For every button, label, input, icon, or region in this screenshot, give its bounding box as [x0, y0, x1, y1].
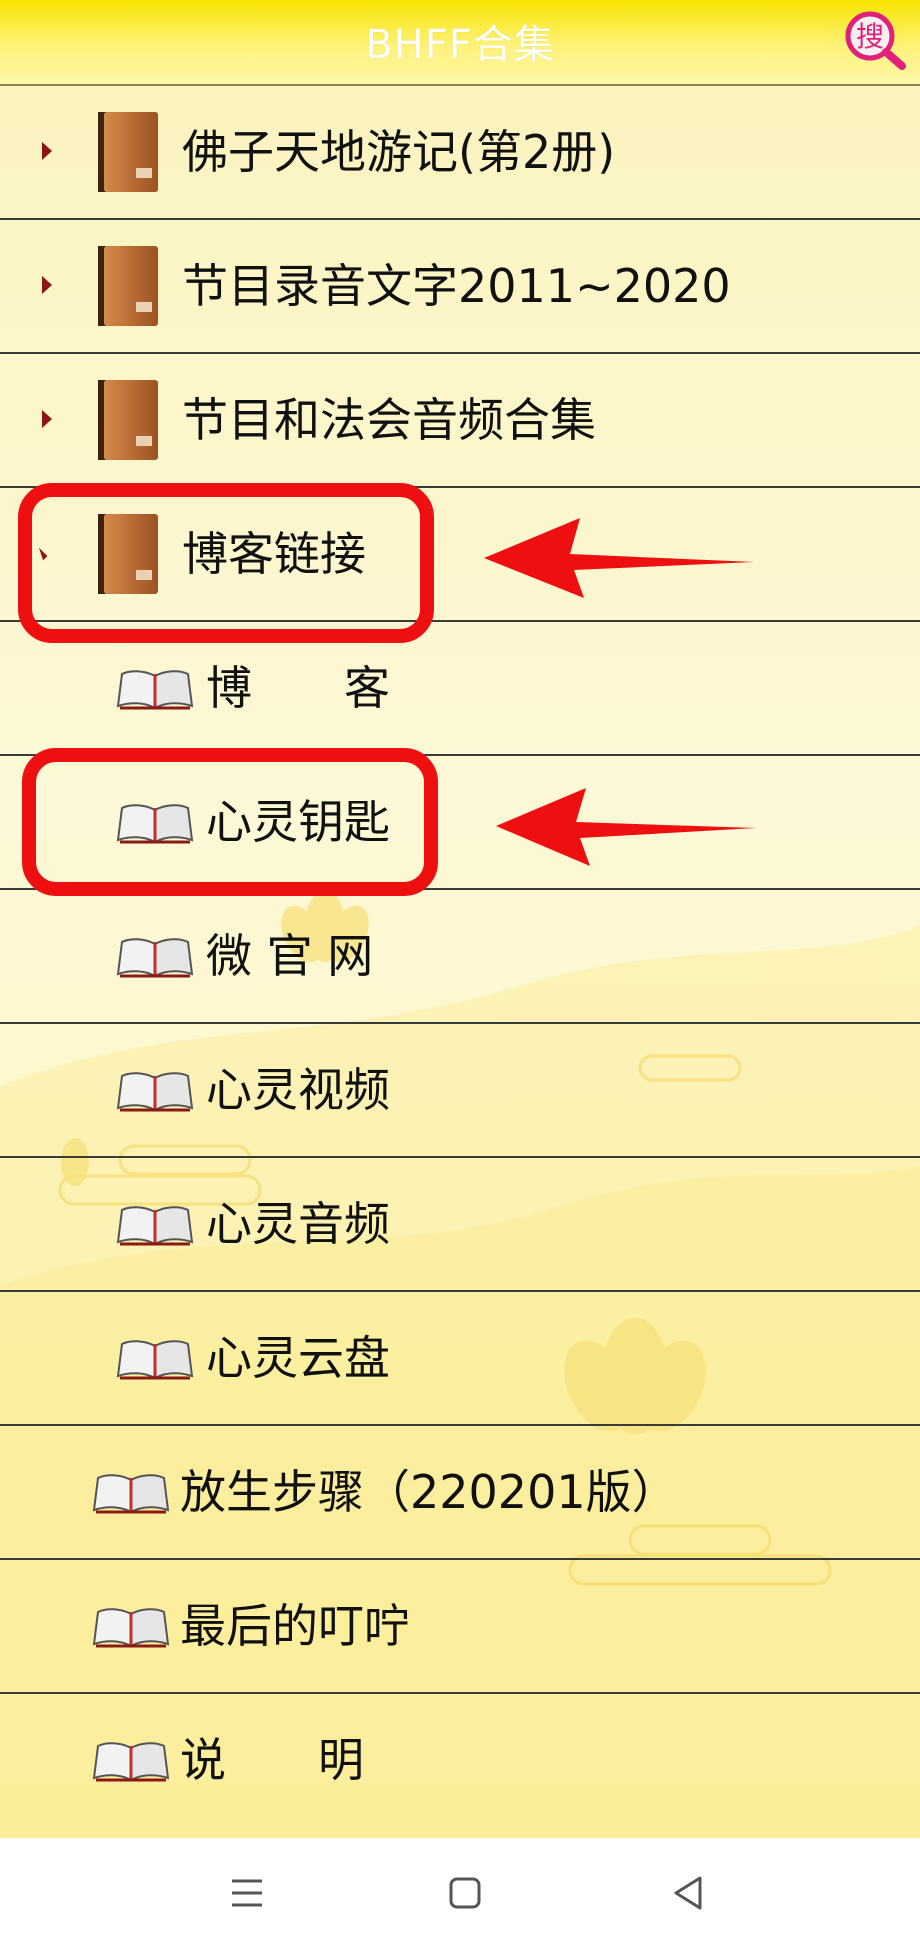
title-bar: BHFF合集 搜 — [0, 0, 920, 86]
folder-book-icon — [98, 112, 158, 192]
open-book-icon — [116, 938, 194, 978]
app-title: BHFF合集 — [365, 22, 555, 68]
search-label: 搜 — [856, 20, 884, 53]
expand-arrow-icon[interactable] — [42, 276, 52, 294]
child-item-row[interactable]: 心灵音频 — [0, 1158, 920, 1292]
system-navigation-bar — [0, 1838, 920, 1950]
item-label: 最后的叮咛 — [180, 1599, 410, 1653]
folder-row[interactable]: 节目录音文字2011~2020 — [0, 220, 920, 354]
item-label: 放生步骤（220201版） — [180, 1465, 678, 1519]
tree-list: 佛子天地游记(第2册) 节目录音文字2011~2020 节目和法会音频合集 博客… — [0, 86, 920, 1838]
menu-icon[interactable] — [222, 1868, 272, 1918]
child-item-label: 心灵云盘 — [206, 1331, 390, 1385]
open-book-icon — [92, 1474, 170, 1514]
item-row[interactable]: 放生步骤（220201版） — [0, 1426, 920, 1560]
open-book-icon — [92, 1742, 170, 1782]
search-icon: 搜 — [845, 11, 906, 70]
app-screen: BHFF合集 搜 佛子天地游记(第2册) 节目录音文字2011~2020 节目和… — [0, 0, 920, 1950]
child-item-label: 心灵视频 — [206, 1063, 390, 1117]
open-book-icon — [116, 1206, 194, 1246]
folder-book-icon — [98, 380, 158, 460]
annotation-highlight-box — [22, 748, 438, 896]
folder-label: 节目录音文字2011~2020 — [182, 259, 731, 313]
open-book-icon — [116, 1072, 194, 1112]
item-row[interactable]: 说 明 — [0, 1694, 920, 1828]
child-item-row[interactable]: 心灵云盘 — [0, 1292, 920, 1426]
open-book-icon — [116, 1340, 194, 1380]
child-item-row[interactable]: 微 官 网 — [0, 890, 920, 1024]
search-button[interactable]: 搜 — [842, 8, 908, 72]
item-label: 说 明 — [180, 1733, 364, 1787]
child-item-label: 心灵音频 — [206, 1197, 390, 1251]
home-square-icon[interactable] — [440, 1868, 490, 1918]
folder-row[interactable]: 佛子天地游记(第2册) — [0, 86, 920, 220]
open-book-icon — [92, 1608, 170, 1648]
folder-row[interactable]: 节目和法会音频合集 — [0, 354, 920, 488]
back-triangle-icon[interactable] — [664, 1868, 714, 1918]
expand-arrow-icon[interactable] — [42, 142, 52, 160]
child-item-row[interactable]: 心灵视频 — [0, 1024, 920, 1158]
annotation-highlight-box — [18, 483, 434, 643]
child-item-label: 微 官 网 — [206, 929, 374, 983]
folder-label: 佛子天地游记(第2册) — [182, 125, 616, 179]
annotation-arrow-icon — [496, 788, 756, 866]
open-book-icon — [116, 670, 194, 710]
folder-label: 节目和法会音频合集 — [182, 393, 596, 447]
item-row[interactable]: 最后的叮咛 — [0, 1560, 920, 1694]
folder-book-icon — [98, 246, 158, 326]
annotation-arrow-icon — [484, 518, 754, 598]
expand-arrow-icon[interactable] — [42, 410, 52, 428]
